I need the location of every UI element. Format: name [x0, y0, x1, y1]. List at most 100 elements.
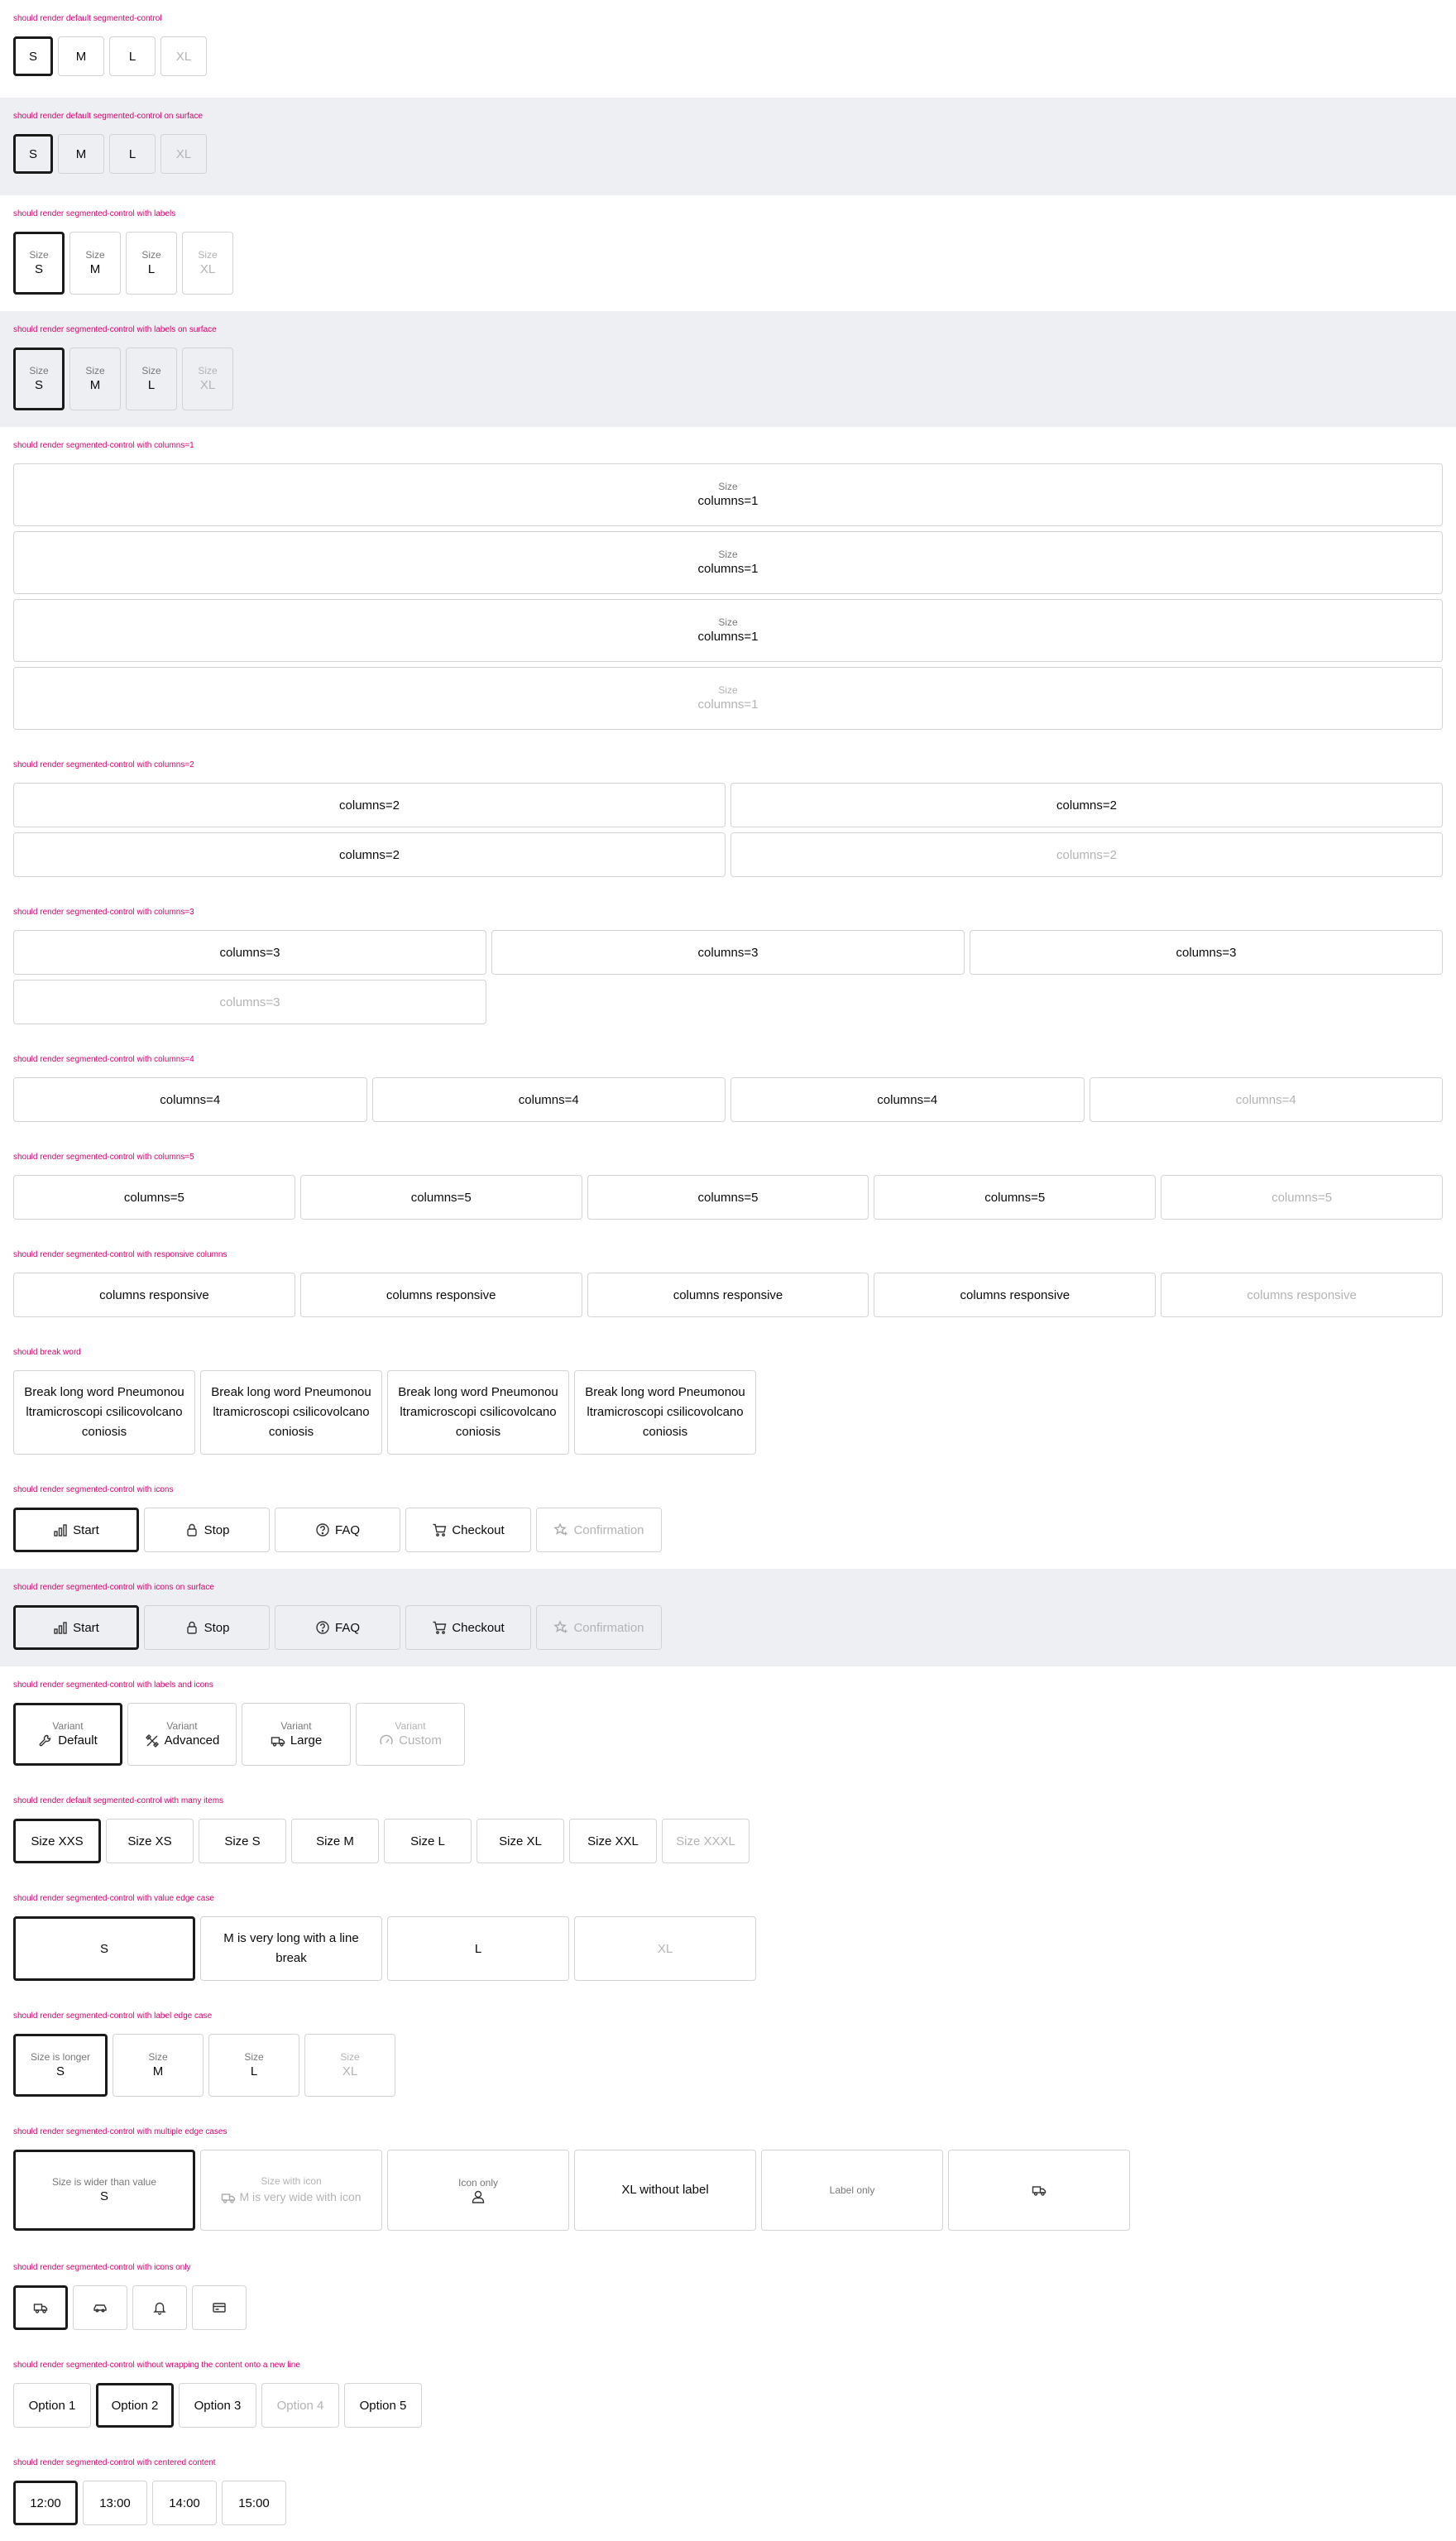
segment-checkout[interactable]: Checkout: [405, 1605, 531, 1650]
segment-item[interactable]: columns=4: [371, 1077, 726, 1122]
segment-item[interactable]: Icon only: [387, 2150, 569, 2231]
segment-item[interactable]: columns=2: [13, 832, 726, 877]
segment-item[interactable]: XL: [574, 1916, 756, 1981]
segment-start[interactable]: Start: [13, 1508, 139, 1552]
segment-item[interactable]: Size with icon M is very wide with icon: [200, 2150, 382, 2231]
segment-item[interactable]: L: [387, 1916, 569, 1981]
segment-item[interactable]: Size XS: [106, 1819, 194, 1863]
segment-l[interactable]: Size L: [126, 348, 177, 410]
segment-l[interactable]: L: [109, 36, 156, 76]
segment-faq[interactable]: FAQ: [275, 1508, 400, 1552]
segment-m[interactable]: Size M: [69, 348, 121, 410]
segment-item[interactable]: Option 5: [344, 2383, 422, 2428]
car-icon: [93, 2300, 108, 2315]
segment-confirmation[interactable]: Confirmation: [536, 1605, 662, 1650]
segment-xl[interactable]: XL: [160, 36, 207, 76]
segment-item[interactable]: 13:00: [83, 2481, 147, 2525]
segment-item[interactable]: columns=3: [491, 930, 965, 975]
segment-item[interactable]: Size is wider than value S: [13, 2150, 195, 2231]
segment-large[interactable]: Variant Large: [242, 1703, 351, 1766]
segment-item[interactable]: Option 3: [179, 2383, 256, 2428]
segment-car[interactable]: [73, 2285, 127, 2330]
segment-l[interactable]: Size L: [126, 232, 177, 295]
segment-item[interactable]: Size M: [113, 2034, 204, 2097]
segment-item[interactable]: Size XXL: [569, 1819, 657, 1863]
segment-item[interactable]: columns=4: [1089, 1077, 1443, 1122]
segment-stop[interactable]: Stop: [144, 1508, 270, 1552]
segment-xl[interactable]: Size XL: [182, 348, 233, 410]
segment-item[interactable]: Option 2: [96, 2383, 174, 2428]
segment-s[interactable]: S: [13, 134, 53, 174]
segment-item[interactable]: columns=4: [730, 1077, 1085, 1122]
segment-item[interactable]: columns responsive: [587, 1273, 869, 1317]
segment-item[interactable]: XL without label: [574, 2150, 756, 2231]
segment-item[interactable]: columns=5: [13, 1175, 295, 1220]
segment-item[interactable]: columns responsive: [299, 1273, 582, 1317]
segment-card[interactable]: [192, 2285, 247, 2330]
segment-confirmation[interactable]: Confirmation: [536, 1508, 662, 1552]
segment-item[interactable]: 12:00: [13, 2481, 78, 2525]
segment-item[interactable]: columns responsive: [874, 1273, 1157, 1317]
segment-custom[interactable]: Variant Custom: [356, 1703, 465, 1766]
segment-item[interactable]: Size XL: [304, 2034, 395, 2097]
segment-item[interactable]: columns=2: [13, 783, 726, 827]
segment-item[interactable]: columns responsive: [13, 1273, 295, 1317]
segment-item[interactable]: Size columns=1: [13, 599, 1443, 662]
segment-item[interactable]: columns=3: [970, 930, 1443, 975]
segment-item[interactable]: Size L: [208, 2034, 299, 2097]
segment-item[interactable]: [948, 2150, 1130, 2231]
segment-item[interactable]: Break long word Pneumonoultramicroscopi …: [200, 1370, 382, 1455]
segment-checkout[interactable]: Checkout: [405, 1508, 531, 1552]
segment-item[interactable]: Size M: [291, 1819, 379, 1863]
segment-item[interactable]: columns=2: [730, 832, 1443, 877]
segment-truck[interactable]: [13, 2285, 68, 2330]
segment-start[interactable]: Start: [13, 1605, 139, 1650]
segment-item[interactable]: columns=3: [13, 930, 486, 975]
segment-value: Default: [58, 1733, 98, 1748]
segment-default[interactable]: Variant Default: [13, 1703, 122, 1766]
segment-item[interactable]: columns=5: [587, 1175, 869, 1220]
segment-m[interactable]: Size M: [69, 232, 121, 295]
segment-advanced[interactable]: Variant Advanced: [127, 1703, 237, 1766]
segment-item[interactable]: Size XL: [477, 1819, 564, 1863]
segment-stop[interactable]: Stop: [144, 1605, 270, 1650]
segment-item[interactable]: Size XXS: [13, 1819, 101, 1863]
segment-item[interactable]: Break long word Pneumonoultramicroscopi …: [13, 1370, 195, 1455]
segment-item[interactable]: Size L: [384, 1819, 472, 1863]
segment-xl[interactable]: XL: [160, 134, 207, 174]
segment-item[interactable]: Size S: [199, 1819, 286, 1863]
segment-item[interactable]: columns=4: [13, 1077, 367, 1122]
segment-item[interactable]: Size is longer S: [13, 2034, 108, 2097]
segment-item[interactable]: columns=3: [13, 980, 486, 1024]
segment-faq[interactable]: FAQ: [275, 1605, 400, 1650]
segment-item[interactable]: S: [13, 1916, 195, 1981]
segment-item[interactable]: Option 1: [13, 2383, 91, 2428]
segment-item[interactable]: 15:00: [222, 2481, 286, 2525]
segment-s[interactable]: Size S: [13, 348, 65, 410]
section-labels-surface: should render segmented-control with lab…: [0, 311, 1456, 427]
segment-value: Custom: [399, 1733, 442, 1748]
segment-item[interactable]: Break long word Pneumonoultramicroscopi …: [387, 1370, 569, 1455]
segment-item[interactable]: Size XXXL: [662, 1819, 750, 1863]
segment-item[interactable]: Option 4: [261, 2383, 339, 2428]
segment-value: columns=2: [1056, 847, 1117, 862]
segment-s[interactable]: S: [13, 36, 53, 76]
segment-m[interactable]: M: [58, 36, 104, 76]
segment-item[interactable]: Break long word Pneumonoultramicroscopi …: [574, 1370, 756, 1455]
segment-bell[interactable]: [132, 2285, 187, 2330]
segment-s[interactable]: Size S: [13, 232, 65, 295]
segment-item[interactable]: M is very long with a line break: [200, 1916, 382, 1981]
segment-item[interactable]: columns=2: [730, 783, 1443, 827]
segment-item[interactable]: Size columns=1: [13, 531, 1443, 594]
segment-m[interactable]: M: [58, 134, 104, 174]
segment-item[interactable]: columns=5: [299, 1175, 582, 1220]
segment-xl[interactable]: Size XL: [182, 232, 233, 295]
segment-item[interactable]: columns=5: [874, 1175, 1157, 1220]
segment-l[interactable]: L: [109, 134, 156, 174]
segment-item[interactable]: Label only: [761, 2150, 943, 2231]
segment-item[interactable]: columns responsive: [1161, 1273, 1443, 1317]
segment-item[interactable]: columns=5: [1161, 1175, 1443, 1220]
segment-item[interactable]: 14:00: [152, 2481, 217, 2525]
segment-item[interactable]: Size columns=1: [13, 667, 1443, 730]
segment-item[interactable]: Size columns=1: [13, 463, 1443, 526]
